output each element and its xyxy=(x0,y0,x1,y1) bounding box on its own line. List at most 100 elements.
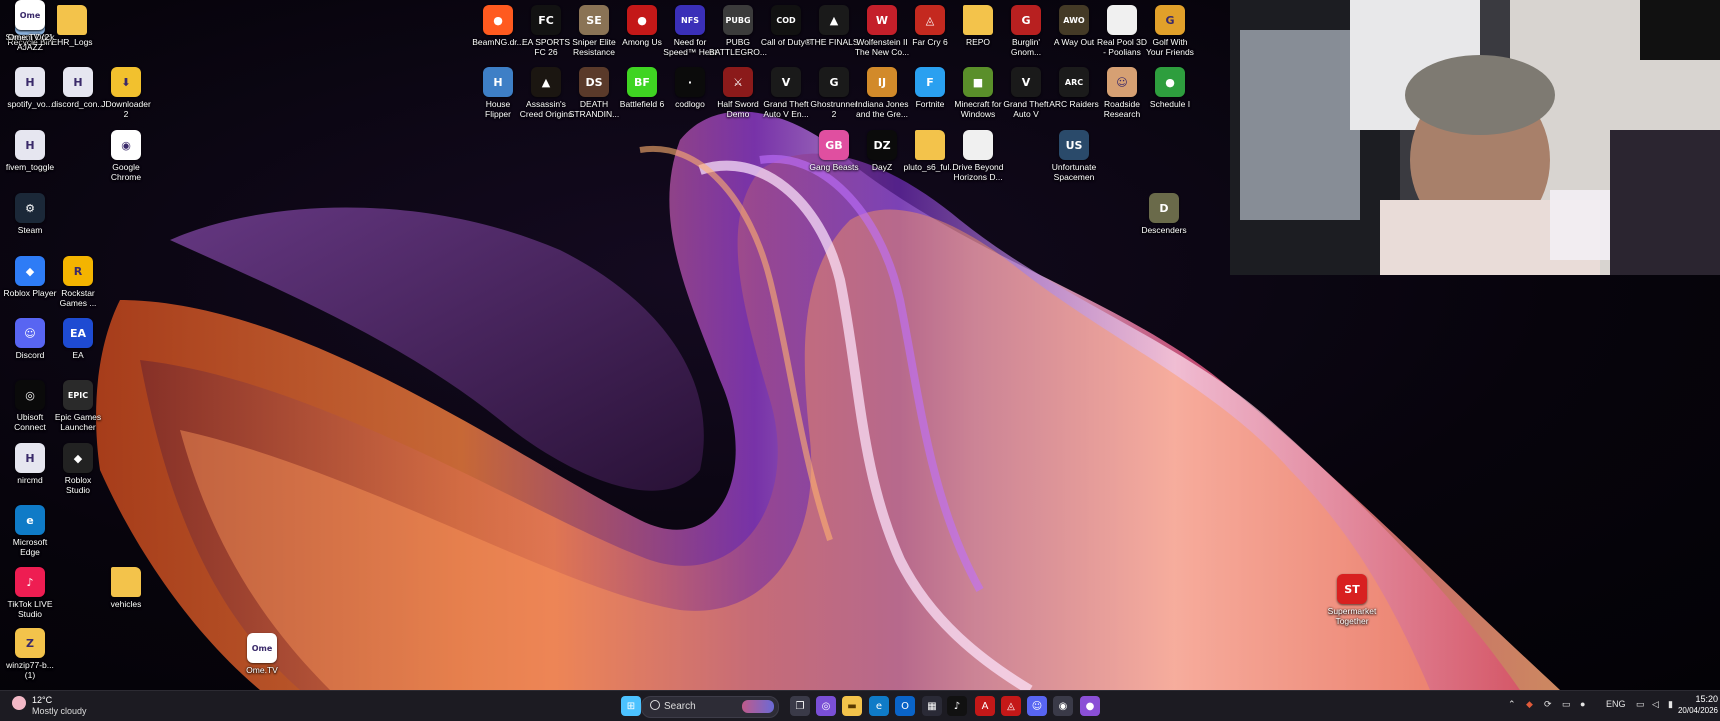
taskbar-discord-icon[interactable]: ☺ xyxy=(1027,696,1047,716)
far-cry-6-icon: ◬ xyxy=(915,5,945,35)
half-sword-demo-icon: ⚔ xyxy=(723,67,753,97)
pluto-s6-ful-icon xyxy=(915,130,945,160)
the-finals-icon: ▲ xyxy=(819,5,849,35)
desktop-icon-drive-beyond-horizons-d[interactable]: Drive Beyond Horizons D... xyxy=(948,130,1008,182)
desktop-icon-label: Golf With Your Friends xyxy=(1146,37,1194,57)
volume-icon[interactable]: ◁ xyxy=(1652,699,1659,710)
clock-date[interactable]: 20/04/2026 xyxy=(1670,706,1718,715)
desktop-icon-supermarket-together[interactable]: ST Supermarket Together xyxy=(1322,574,1382,626)
webcam-feed-image xyxy=(1230,0,1720,275)
schedule-i-icon: ● xyxy=(1155,67,1185,97)
taskbar-chrome-like-icon[interactable]: ◉ xyxy=(1053,696,1073,716)
network-icon[interactable]: ▭ xyxy=(1636,699,1645,710)
roblox-studio-icon: ◆ xyxy=(63,443,93,473)
taskbar-outlook-icon[interactable]: O xyxy=(895,696,915,716)
gang-beasts-icon: GB xyxy=(819,130,849,160)
minecraft-for-windows-icon: ■ xyxy=(963,67,993,97)
desktop-icon-epic-games-launcher[interactable]: EPIC Epic Games Launcher xyxy=(48,380,108,432)
taskbar-copilot-icon[interactable]: ◎ xyxy=(816,696,836,716)
weather-desc: Mostly cloudy xyxy=(32,706,87,716)
desktop-icon-ome-tv-2[interactable]: Ome Ome.TV (2) xyxy=(0,0,60,42)
desktop-icon-tiktok-live-studio[interactable]: ♪ TikTok LIVE Studio xyxy=(0,567,60,619)
tray-usb-icon[interactable]: ▭ xyxy=(1562,699,1571,710)
clock-time[interactable]: 15:20 xyxy=(1684,694,1718,704)
golf-with-your-friends-icon: G xyxy=(1155,5,1185,35)
desktop-icon-vehicles[interactable]: vehicles xyxy=(96,567,156,609)
ome-tv-2-icon: Ome xyxy=(15,0,45,30)
desktop-icon-label: Microsoft Edge xyxy=(12,537,48,557)
desktop-icon-steam[interactable]: ⚙ Steam xyxy=(0,193,60,235)
desktop-icon-ea[interactable]: EA EA xyxy=(48,318,108,360)
taskbar-adobe-app-icon[interactable]: A xyxy=(975,696,995,716)
language-indicator[interactable]: ENG xyxy=(1606,699,1626,709)
taskbar-edge-icon[interactable]: e xyxy=(869,696,889,716)
desktop-icon-winzip77-b-1[interactable]: Zwinzip77-b... (1) xyxy=(0,628,60,680)
desktop-icon-label: Schedule I xyxy=(1149,99,1191,109)
desktop-icon-rockstar-games[interactable]: R Rockstar Games ... xyxy=(48,256,108,308)
desktop-icon-label: winzip77-b... (1) xyxy=(6,660,54,680)
taskbar-task-view-icon[interactable]: ❐ xyxy=(790,696,810,716)
death-strandin-icon: DS xyxy=(579,67,609,97)
desktop-icon-label: EA xyxy=(72,350,84,360)
desktop-icon-schedule-i[interactable]: ● Schedule I xyxy=(1140,67,1200,109)
discord-con-icon: H xyxy=(63,67,93,97)
desktop-icon-microsoft-edge[interactable]: e Microsoft Edge xyxy=(0,505,60,557)
search-box[interactable]: Search xyxy=(641,696,779,718)
desktop-icon-google-chrome[interactable]: ◉ Google Chrome xyxy=(96,130,156,182)
grand-theft-auto-v-en-icon: V xyxy=(771,67,801,97)
beamng-dr-icon: ● xyxy=(483,5,513,35)
ea-icon: EA xyxy=(63,318,93,348)
tray-mic-icon[interactable]: ● xyxy=(1580,699,1585,709)
tray-sync-icon[interactable]: ⟳ xyxy=(1544,699,1552,710)
ghostrunner-2-icon: G xyxy=(819,67,849,97)
burglin-gnom-icon: G xyxy=(1011,5,1041,35)
desktop-icon-ome-tv[interactable]: Ome Ome.TV xyxy=(232,633,292,675)
desktop-icon-descenders[interactable]: D Descenders xyxy=(1134,193,1194,235)
desktop-icon-label: Rockstar Games ... xyxy=(59,288,97,308)
tray-chevron-icon[interactable]: ⌃ xyxy=(1508,699,1516,710)
search-icon xyxy=(650,700,660,710)
taskbar-file-explorer-icon[interactable]: ▬ xyxy=(842,696,862,716)
desktop-icon-golf-with-your-friends[interactable]: G Golf With Your Friends xyxy=(1140,5,1200,57)
desktop-icon-label: Epic Games Launcher xyxy=(54,412,102,432)
tiktok-live-studio-icon: ♪ xyxy=(15,567,45,597)
need-for-speed-heat-icon: NFS xyxy=(675,5,705,35)
taskbar-stream-dock-icon[interactable]: ◬ xyxy=(1001,696,1021,716)
fivem-toggle-icon: H xyxy=(15,130,45,160)
roblox-player-icon: ◆ xyxy=(15,256,45,286)
supermarket-together-icon: ST xyxy=(1337,574,1367,604)
call-of-duty-icon: COD xyxy=(771,5,801,35)
google-chrome-icon: ◉ xyxy=(111,130,141,160)
taskbar-obs-like-icon[interactable]: ● xyxy=(1080,696,1100,716)
desktop-icon-label: Descenders xyxy=(1141,225,1187,235)
ehr-logs-icon xyxy=(57,5,87,35)
desktop-icon-label: Ome.TV xyxy=(246,665,278,675)
taskbar-start-button-icon[interactable]: ⊞ xyxy=(621,696,641,716)
dayz-icon: DZ xyxy=(867,130,897,160)
real-pool-3d-poolians-icon xyxy=(1107,5,1137,35)
house-flipper-icon: H xyxy=(483,67,513,97)
indiana-jones-and-the-gre-icon: IJ xyxy=(867,67,897,97)
weather-widget[interactable]: 12°C Mostly cloudy xyxy=(12,694,122,718)
repo-icon xyxy=(963,5,993,35)
tray-app-icon[interactable]: ◆ xyxy=(1526,699,1533,710)
desktop-icon-label: Ome.TV (2) xyxy=(7,32,53,42)
taskbar-store-icon[interactable]: ▦ xyxy=(922,696,942,716)
assassin-s-creed-origins-icon: ▲ xyxy=(531,67,561,97)
desktop-icon-fivem-toggle[interactable]: Hfivem_toggle xyxy=(0,130,60,172)
winzip77-b-1-icon: Z xyxy=(15,628,45,658)
codlogo-icon: · xyxy=(675,67,705,97)
desktop-icon-label: fivem_toggle xyxy=(5,162,55,172)
desktop-icon-label: Drive Beyond Horizons D... xyxy=(952,162,1004,182)
ubisoft-connect-icon: ◎ xyxy=(15,380,45,410)
desktop-icon-roblox-studio[interactable]: ◆ Roblox Studio xyxy=(48,443,108,495)
steam-icon: ⚙ xyxy=(15,193,45,223)
desktop-icon-jdownloader-2[interactable]: ⬇ JDownloader 2 xyxy=(96,67,156,119)
desktop-icon-unfortunate-spacemen[interactable]: US Unfortunate Spacemen xyxy=(1044,130,1104,182)
discord-icon: ☺ xyxy=(15,318,45,348)
vehicles-icon xyxy=(111,567,141,597)
desktop-icon-label: Steam xyxy=(17,225,43,235)
taskbar-tiktok-icon[interactable]: ♪ xyxy=(947,696,967,716)
sniper-elite-resistance-icon: SE xyxy=(579,5,609,35)
epic-games-launcher-icon: EPIC xyxy=(63,380,93,410)
